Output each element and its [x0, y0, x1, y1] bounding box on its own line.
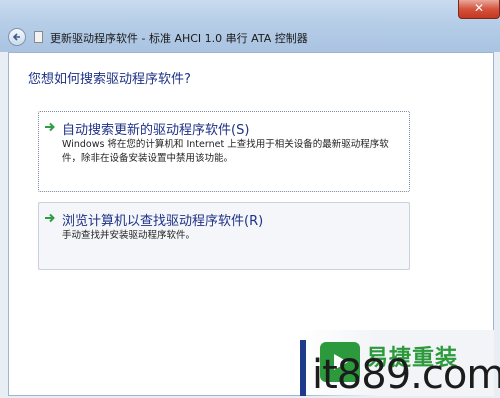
watermark-bar [300, 340, 306, 396]
green-arrow-icon [45, 122, 55, 132]
driver-icon [34, 31, 43, 43]
close-button[interactable]: ✕ [458, 0, 500, 19]
window-title: 更新驱动程序软件 - 标准 AHCI 1.0 串行 ATA 控制器 [50, 32, 308, 45]
window-titlebar: ✕ 更新驱动程序软件 - 标准 AHCI 1.0 串行 ATA 控制器 [0, 0, 500, 52]
watermark-url: it889.com [312, 352, 500, 398]
back-button[interactable] [8, 28, 26, 46]
option-title: 自动搜索更新的驱动程序软件(S) [62, 123, 250, 138]
option-description: 手动查找并安装驱动程序软件。 [62, 230, 196, 241]
option-title: 浏览计算机以查找驱动程序软件(R) [62, 214, 264, 229]
close-icon: ✕ [473, 1, 485, 15]
option-browse-computer[interactable]: 浏览计算机以查找驱动程序软件(R) 手动查找并安装驱动程序软件。 [38, 202, 410, 270]
option-auto-search[interactable]: 自动搜索更新的驱动程序软件(S) Windows 将在您的计算机和 Intern… [38, 111, 410, 192]
page-question: 您想如何搜索驱动程序软件? [28, 72, 191, 87]
green-arrow-icon [45, 213, 55, 223]
back-arrow-icon [12, 33, 20, 41]
option-description: Windows 将在您的计算机和 Internet 上查找用于相关设备的最新驱动… [62, 139, 389, 164]
